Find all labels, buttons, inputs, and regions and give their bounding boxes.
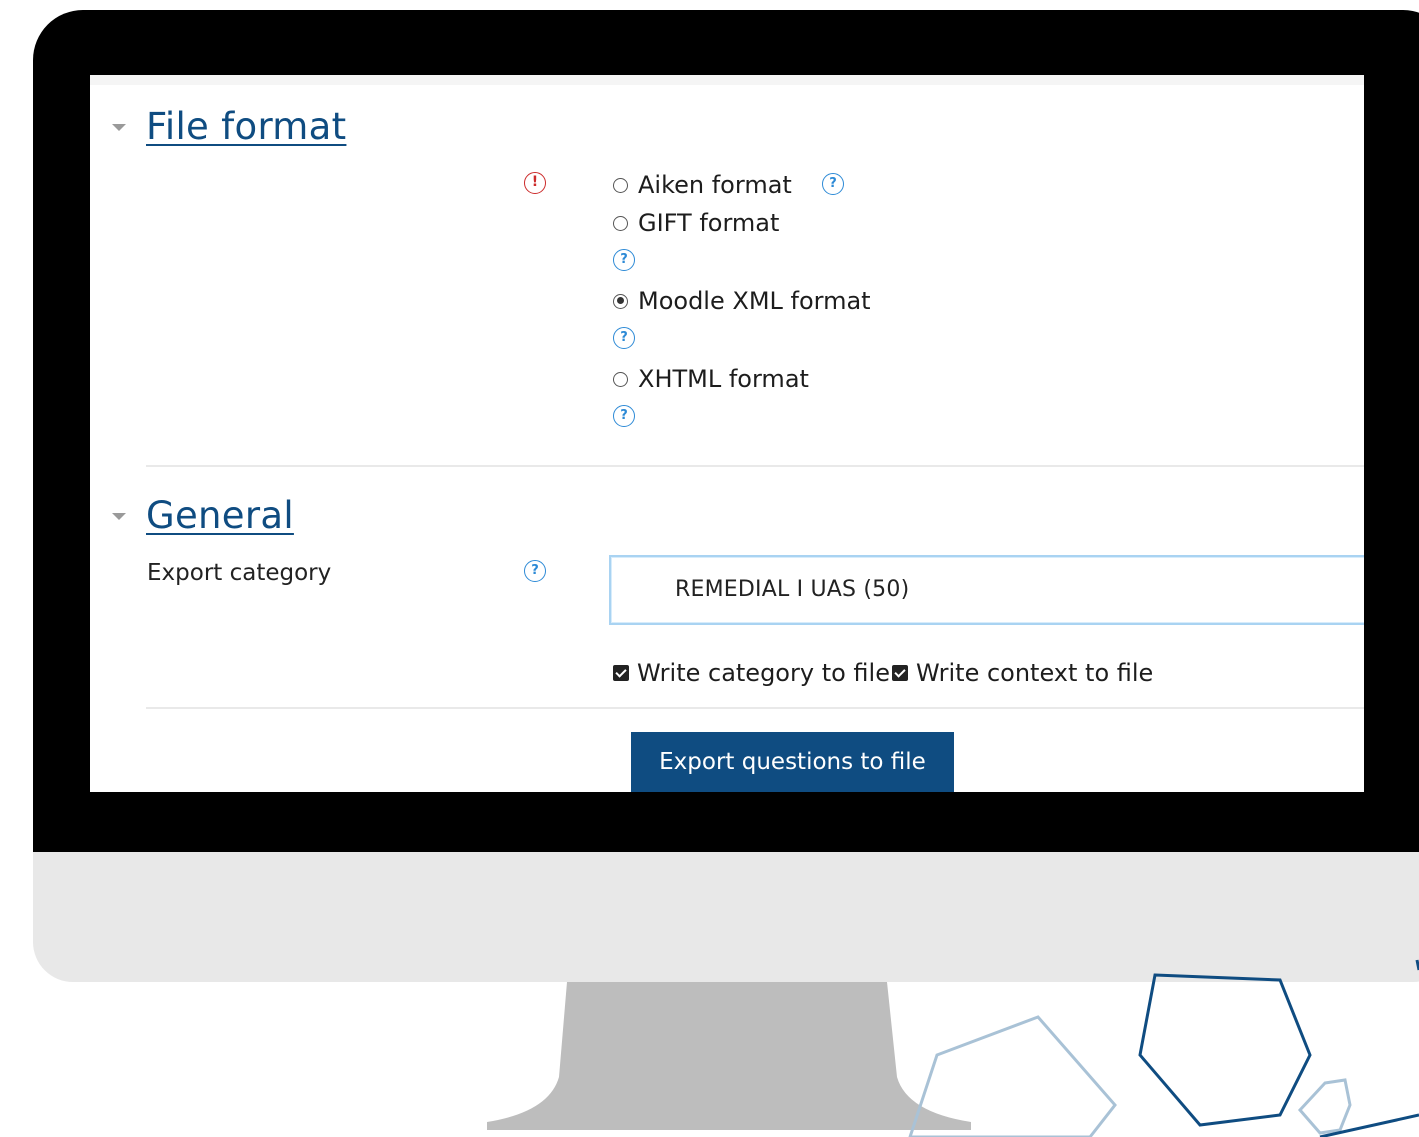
general-header[interactable]: General — [112, 494, 294, 537]
export-questions-button[interactable]: Export questions to file — [631, 732, 954, 792]
file-format-title[interactable]: File format — [146, 105, 346, 148]
exclamation-circle-icon: ! — [524, 172, 546, 194]
section-divider — [146, 465, 1364, 467]
question-mark-circle-icon[interactable]: ? — [524, 560, 546, 582]
radio-button[interactable] — [613, 371, 628, 387]
radio-moodle-xml[interactable]: Moodle XML format — [613, 287, 871, 315]
radio-xhtml-label: XHTML format — [638, 365, 809, 393]
question-mark-circle-icon[interactable]: ? — [613, 405, 635, 427]
radio-aiken[interactable]: Aiken format — [613, 171, 792, 199]
write-category-checkbox[interactable] — [613, 665, 629, 681]
radio-button[interactable] — [613, 215, 628, 231]
export-category-label: Export category — [147, 560, 332, 586]
caret-down-icon[interactable] — [112, 124, 126, 131]
monitor-stand — [487, 982, 971, 1130]
section-divider — [146, 707, 1364, 709]
question-mark-circle-icon[interactable]: ? — [822, 173, 844, 195]
write-context-label[interactable]: Write context to file — [916, 659, 1153, 687]
question-mark-circle-icon[interactable]: ? — [613, 249, 635, 271]
radio-gift[interactable]: GIFT format — [613, 209, 779, 237]
radio-aiken-label: Aiken format — [638, 171, 792, 199]
export-category-select[interactable]: REMEDIAL I UAS (50) — [609, 555, 1364, 625]
radio-xhtml[interactable]: XHTML format — [613, 365, 809, 393]
write-options-row: Write category to file Write context to … — [613, 659, 1153, 687]
write-category-label[interactable]: Write category to file — [637, 659, 890, 687]
write-context-checkbox[interactable] — [891, 665, 908, 681]
caret-down-icon[interactable] — [112, 513, 126, 520]
export-category-value: REMEDIAL I UAS (50) — [675, 577, 910, 602]
question-mark-circle-icon[interactable]: ? — [613, 327, 635, 349]
screen: File format ! Aiken format ? GIFT format… — [90, 75, 1364, 792]
radio-button[interactable] — [613, 177, 628, 193]
general-title[interactable]: General — [146, 494, 294, 537]
radio-button-checked[interactable] — [613, 293, 628, 309]
radio-moodle-xml-label: Moodle XML format — [638, 287, 871, 315]
file-format-header[interactable]: File format — [112, 105, 346, 148]
decorative-hexagons — [908, 959, 1419, 1137]
radio-gift-label: GIFT format — [638, 209, 780, 237]
